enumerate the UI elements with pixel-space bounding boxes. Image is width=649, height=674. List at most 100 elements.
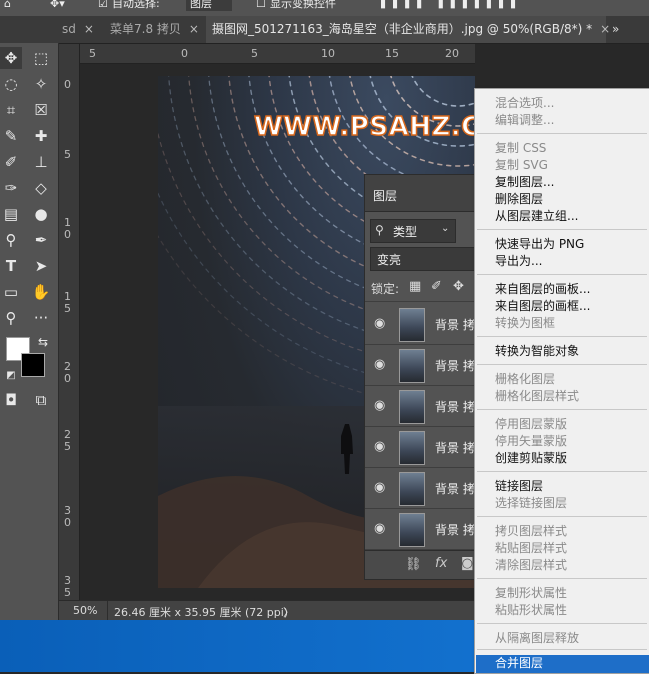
home-icon[interactable]: ⌂ — [4, 0, 11, 11]
menu-item[interactable]: 清除图层样式 — [495, 557, 567, 574]
marquee-icon[interactable]: ⬚ — [30, 47, 52, 69]
gradient-icon[interactable]: ▤ — [0, 203, 22, 225]
menu-separator — [477, 229, 647, 230]
lock-move-icon[interactable]: ✥ — [453, 279, 464, 294]
close-icon[interactable]: × — [189, 22, 199, 36]
eye-icon[interactable]: ◉ — [374, 398, 385, 413]
history-brush-icon[interactable]: ✑ — [0, 177, 22, 199]
pen-icon[interactable]: ✒ — [30, 229, 52, 251]
zoom-level[interactable]: 50% — [73, 604, 97, 617]
menu-item[interactable]: 转换为图框 — [495, 315, 555, 332]
dodge-icon[interactable]: ⚲ — [0, 229, 22, 251]
tab-sd[interactable]: sd × — [56, 16, 100, 43]
layer-row[interactable]: ◉ 背景 拷 — [365, 509, 476, 550]
menu-item[interactable]: 来自图层的画板... — [495, 281, 590, 298]
menu-item[interactable]: 选择链接图层 — [495, 495, 567, 512]
ruler-tick-label: 5 — [89, 47, 96, 60]
show-transform-label: 显示变换控件 — [270, 0, 336, 10]
hand-icon[interactable]: ✋ — [30, 281, 52, 303]
show-transform-checkbox[interactable]: ☐ — [256, 0, 266, 11]
layer-row[interactable]: ◉ 背景 拷 — [365, 304, 476, 345]
auto-select-dropdown[interactable]: 图层 — [186, 0, 232, 11]
fx-icon[interactable]: fx — [435, 556, 447, 571]
menu-item[interactable]: 复制形状属性 — [495, 585, 567, 602]
healing-icon[interactable]: ✚ — [30, 125, 52, 147]
menu-item[interactable]: 快速导出为 PNG — [495, 236, 584, 253]
align-icons[interactable]: ▮▮▮▮ ▮▮▮▮▮▮▮ — [380, 0, 522, 11]
stamp-icon[interactable]: ⊥ — [30, 151, 52, 173]
tab-overflow-icon[interactable]: » — [606, 16, 625, 43]
ruler-tick-label: 5 — [64, 440, 71, 453]
blend-mode-dropdown[interactable]: 变亮 — [370, 247, 482, 271]
tab-active-document[interactable]: 摄图网_501271163_海岛星空（非企业商用）.jpg @ 50%(RGB/… — [206, 16, 610, 43]
menu-item[interactable]: 粘贴图层样式 — [495, 540, 567, 557]
close-icon[interactable]: × — [84, 22, 94, 36]
menu-item[interactable]: 转换为智能对象 — [495, 343, 579, 360]
eye-icon[interactable]: ◉ — [374, 480, 385, 495]
path-select-icon[interactable]: ➤ — [30, 255, 52, 277]
ruler-tick-label: 5 — [64, 302, 71, 315]
ruler-tick-label: 0 — [64, 516, 71, 529]
eye-icon[interactable]: ◉ — [374, 521, 385, 536]
menu-item[interactable]: 拷贝图层样式 — [495, 523, 567, 540]
move-tool-preset-icon[interactable]: ✥▾ — [50, 0, 65, 11]
brush-icon[interactable]: ✐ — [0, 151, 22, 173]
menu-item-merge-layers[interactable]: 合并图层 — [476, 655, 649, 673]
swap-icon[interactable]: ⇆ — [32, 331, 54, 353]
layer-context-menu: 混合选项... 编辑调整... 复制 CSS 复制 SVG 复制图层... 删除图层 从图层… — [474, 88, 649, 674]
layer-row[interactable]: ◉ 背景 拷 — [365, 427, 476, 468]
move-icon[interactable]: ✥ — [0, 47, 22, 69]
more-icon[interactable]: ··· — [30, 307, 52, 329]
quickmask-icon[interactable]: ◘ — [0, 389, 22, 411]
eye-icon[interactable]: ◉ — [374, 357, 385, 372]
menu-item[interactable]: 编辑调整... — [495, 112, 554, 129]
layer-row[interactable]: ◉ 背景 拷 — [365, 386, 476, 427]
crop-icon[interactable]: ⌗ — [0, 99, 22, 121]
default-colors-icon[interactable]: ◩ — [0, 365, 22, 387]
menu-item[interactable]: 来自图层的画框... — [495, 298, 590, 315]
layer-row[interactable]: ◉ 背景 拷 — [365, 468, 476, 509]
blur-icon[interactable]: ● — [30, 203, 52, 225]
eyedropper-icon[interactable]: ✎ — [0, 125, 22, 147]
menu-item[interactable]: 从隔离图层释放 — [495, 630, 579, 647]
menu-item[interactable]: 停用矢量蒙版 — [495, 433, 567, 450]
layers-panel-title[interactable]: 图层 — [373, 187, 397, 204]
menu-item[interactable]: 导出为... — [495, 253, 542, 270]
menu-separator — [477, 649, 647, 650]
auto-select-checkbox[interactable]: ☑ — [98, 0, 108, 11]
zoom-icon[interactable]: ⚲ — [0, 307, 22, 329]
menu-item[interactable]: 删除图层 — [495, 191, 543, 208]
menu-item[interactable]: 混合选项... — [495, 95, 554, 112]
tab-menu-copy[interactable]: 菜单7.8 拷贝 × — [104, 16, 205, 43]
background-color-swatch[interactable] — [21, 353, 45, 377]
frame-icon[interactable]: ☒ — [30, 99, 52, 121]
layer-filter-dropdown[interactable]: ⚲ 类型 ⌄ — [370, 219, 456, 243]
link-icon[interactable]: ⛓ — [405, 557, 422, 572]
rectangle-icon[interactable]: ▭ — [0, 281, 22, 303]
menu-item[interactable]: 复制 CSS — [495, 140, 546, 157]
menu-item[interactable]: 停用图层蒙版 — [495, 416, 567, 433]
menu-item[interactable]: 复制 SVG — [495, 157, 548, 174]
eraser-icon[interactable]: ◇ — [30, 177, 52, 199]
eye-icon[interactable]: ◉ — [374, 316, 385, 331]
lock-brush-icon[interactable]: ✐ — [431, 279, 442, 294]
menu-item[interactable]: 粘贴形状属性 — [495, 602, 567, 619]
mask-icon[interactable]: ◙ — [461, 556, 474, 571]
menu-item[interactable]: 复制图层... — [495, 174, 554, 191]
lock-transparent-icon[interactable]: ▦ — [409, 279, 421, 294]
menu-item[interactable]: 栅格化图层 — [495, 371, 555, 388]
layer-name: 背景 拷 — [435, 441, 475, 455]
eye-icon[interactable]: ◉ — [374, 439, 385, 454]
lasso-icon[interactable]: ◌ — [0, 73, 22, 95]
layer-row[interactable]: ◉ 背景 拷 — [365, 345, 476, 386]
magic-wand-icon[interactable]: ✧ — [30, 73, 52, 95]
menu-item[interactable]: 链接图层 — [495, 478, 543, 495]
layer-name: 背景 拷 — [435, 318, 475, 332]
menu-item[interactable]: 从图层建立组... — [495, 208, 578, 225]
screenmode-icon[interactable]: ⧉ — [30, 389, 52, 411]
status-menu-arrow[interactable]: 〉 — [283, 604, 294, 620]
menu-item[interactable]: 创建剪贴蒙版 — [495, 450, 567, 467]
menu-item[interactable]: 栅格化图层样式 — [495, 388, 579, 405]
menu-item-label: 合并图层 — [495, 656, 544, 670]
type-icon[interactable]: T — [0, 255, 22, 277]
